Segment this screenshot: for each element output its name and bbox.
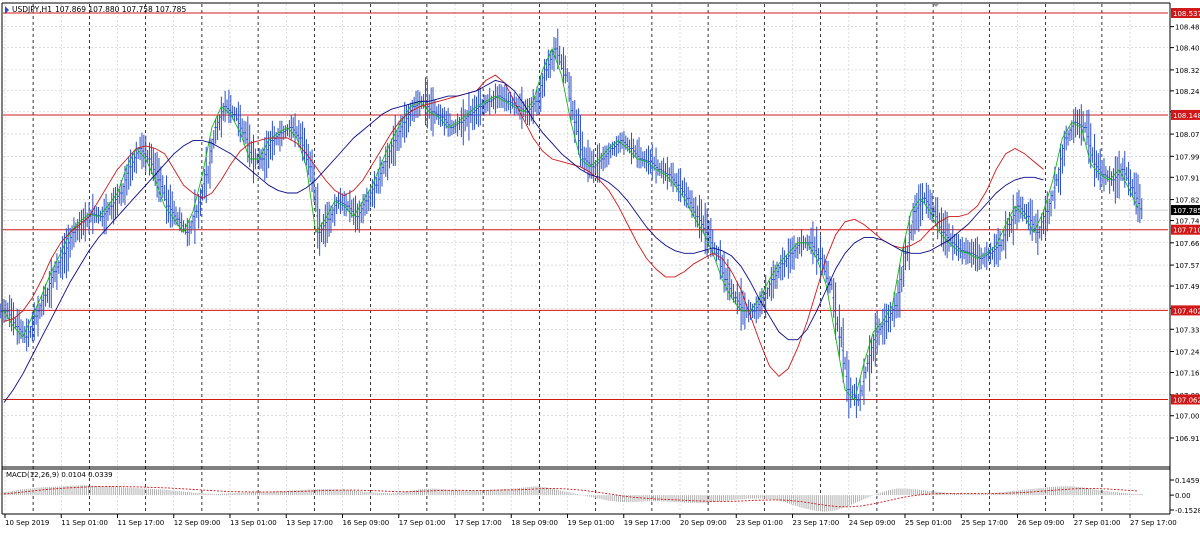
time-axis-label: 11 Sep 17:00 bbox=[118, 519, 165, 527]
price-axis-label: 107.745 bbox=[1175, 218, 1200, 226]
price-axis-label: 108.320 bbox=[1175, 67, 1200, 75]
time-axis-label: 23 Sep 01:00 bbox=[736, 519, 783, 527]
ohlc-readout: 107.869 107.880 107.758 107.785 bbox=[55, 5, 186, 14]
time-axis-label: 17 Sep 01:00 bbox=[399, 519, 446, 527]
price-axis-label: 107.495 bbox=[1175, 283, 1200, 291]
price-axis-label: 108.485 bbox=[1175, 24, 1200, 32]
time-axis-label: 13 Sep 17:00 bbox=[286, 519, 333, 527]
level-price-tag-text: 107.402 bbox=[1173, 307, 1200, 315]
price-axis-label: 107.330 bbox=[1175, 326, 1200, 334]
price-axis-label: 107.825 bbox=[1175, 197, 1200, 205]
macd-axis-label: -0.1528 bbox=[1175, 507, 1200, 515]
time-axis-label: 27 Sep 01:00 bbox=[1074, 519, 1121, 527]
level-price-tag-text: 107.710 bbox=[1173, 227, 1200, 235]
price-axis-label: 107.990 bbox=[1175, 153, 1200, 161]
level-price-tag-text: 108.148 bbox=[1173, 112, 1200, 120]
chart-canvas[interactable]: 108.485108.405108.320108.240108.160108.0… bbox=[0, 0, 1200, 531]
symbol-label: USDJPY,H1 bbox=[12, 5, 52, 14]
time-axis-label: 24 Sep 09:00 bbox=[849, 519, 896, 527]
chart-background bbox=[0, 0, 1200, 531]
price-axis-label: 106.915 bbox=[1175, 435, 1200, 443]
time-axis-label: 13 Sep 01:00 bbox=[230, 519, 277, 527]
price-axis-label: 108.240 bbox=[1175, 88, 1200, 96]
current-price-tag-text: 107.785 bbox=[1173, 207, 1200, 215]
price-axis-label: 107.910 bbox=[1175, 174, 1200, 182]
time-axis-label: 10 Sep 2019 bbox=[5, 519, 49, 527]
price-axis-label: 107.000 bbox=[1175, 413, 1200, 421]
price-axis-label: 108.405 bbox=[1175, 45, 1200, 53]
macd-axis-label: 0.00 bbox=[1175, 492, 1191, 500]
price-axis-label: 107.660 bbox=[1175, 240, 1200, 248]
time-axis-label: 16 Sep 09:00 bbox=[343, 519, 390, 527]
time-axis-label: 19 Sep 01:00 bbox=[568, 519, 615, 527]
price-axis-label: 107.575 bbox=[1175, 262, 1200, 270]
time-axis-label: 12 Sep 09:00 bbox=[174, 519, 221, 527]
price-axis-label: 107.165 bbox=[1175, 369, 1200, 377]
time-axis-label: 17 Sep 17:00 bbox=[455, 519, 502, 527]
price-axis-label: 107.245 bbox=[1175, 349, 1200, 357]
level-price-tag-text: 107.062 bbox=[1173, 396, 1200, 404]
time-axis-label: 19 Sep 17:00 bbox=[624, 519, 671, 527]
macd-axis-label: 0.1459 bbox=[1175, 477, 1200, 485]
time-axis-label: 20 Sep 09:00 bbox=[680, 519, 727, 527]
time-axis-label: 11 Sep 01:00 bbox=[61, 519, 108, 527]
time-axis-label: 18 Sep 09:00 bbox=[511, 519, 558, 527]
level-price-tag-text: 108.537 bbox=[1173, 10, 1200, 18]
time-axis-label: 27 Sep 17:00 bbox=[1130, 519, 1177, 527]
time-axis-label: 25 Sep 01:00 bbox=[905, 519, 952, 527]
price-axis-label: 108.075 bbox=[1175, 131, 1200, 139]
time-axis-label: 25 Sep 17:00 bbox=[961, 519, 1008, 527]
time-axis-label: 26 Sep 09:00 bbox=[1018, 519, 1065, 527]
chart-window: 108.485108.405108.320108.240108.160108.0… bbox=[0, 0, 1200, 531]
macd-label: MACD(12,26,9) 0.0104 0.0339 bbox=[6, 471, 113, 479]
time-axis-label: 23 Sep 17:00 bbox=[793, 519, 840, 527]
